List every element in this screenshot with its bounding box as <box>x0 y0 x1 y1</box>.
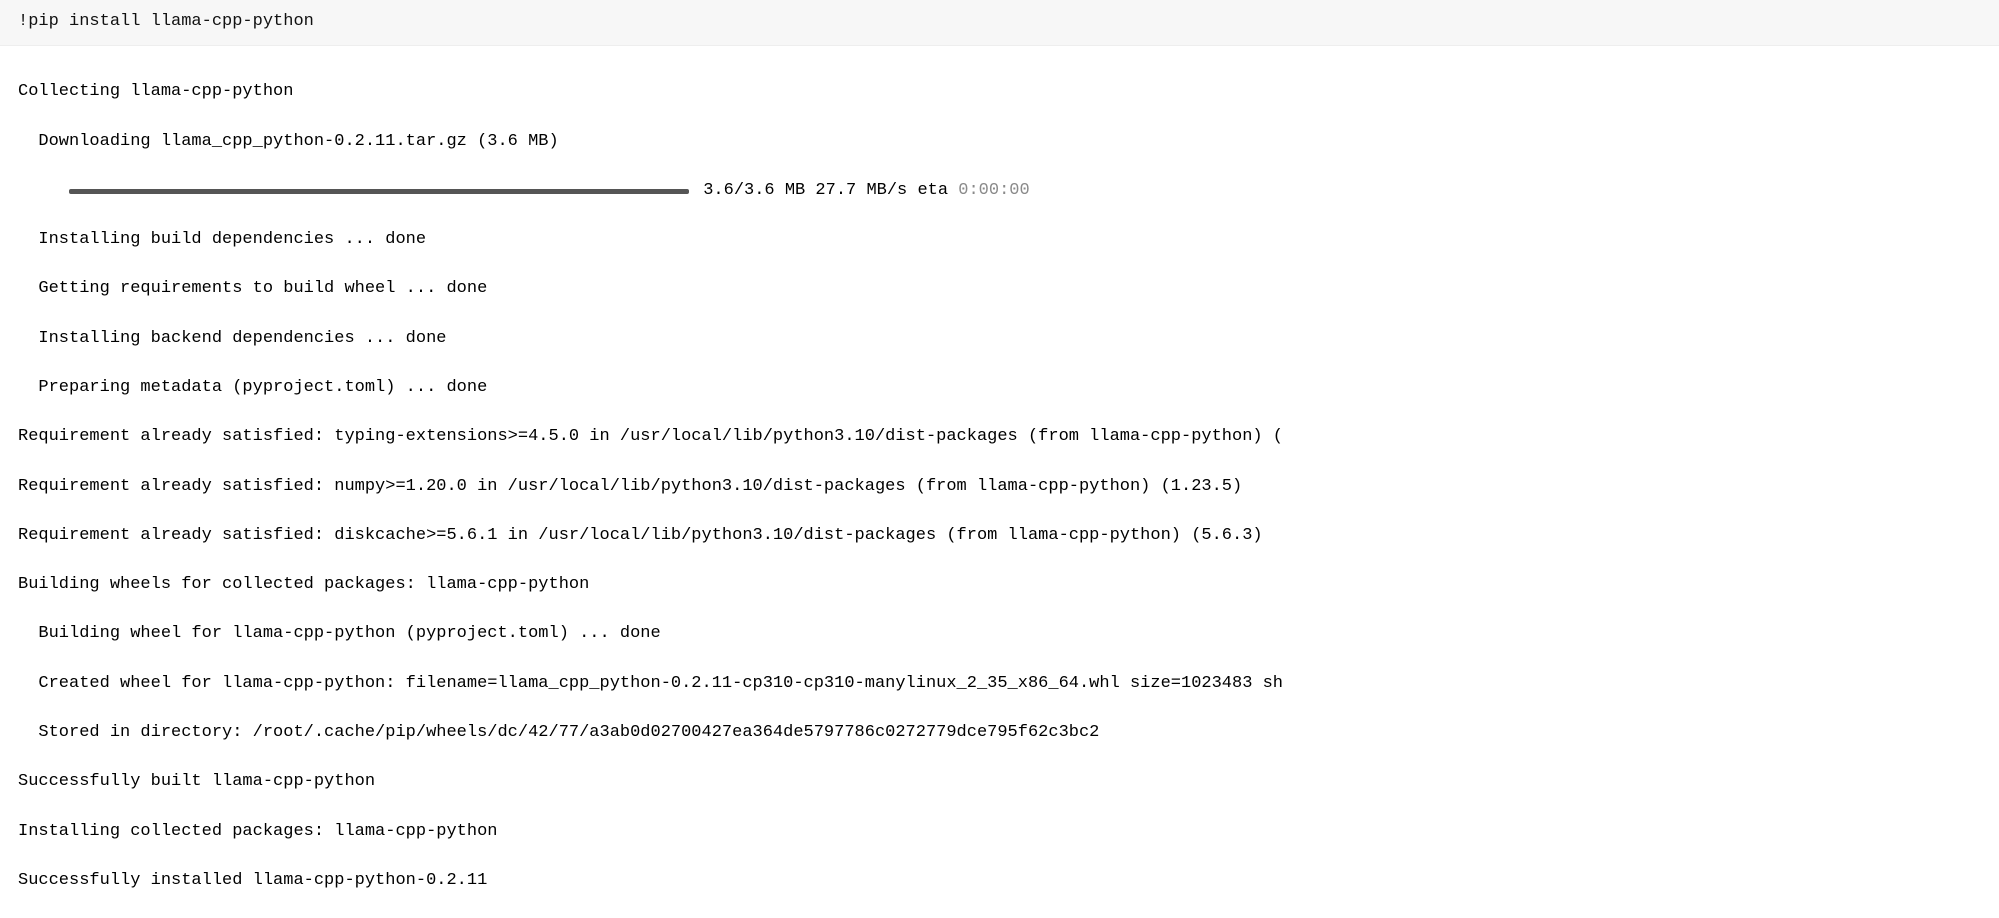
output-line: Installing backend dependencies ... done <box>18 327 1981 352</box>
output-cell: Collecting llama-cpp-python Downloading … <box>0 46 1999 918</box>
output-line: Requirement already satisfied: diskcache… <box>18 524 1981 549</box>
output-line: Building wheel for llama-cpp-python (pyp… <box>18 622 1981 647</box>
output-line: Collecting llama-cpp-python <box>18 80 1981 105</box>
progress-eta: 0:00:00 <box>958 179 1029 204</box>
output-line: Successfully built llama-cpp-python <box>18 770 1981 795</box>
code-cell[interactable]: !pip install llama-cpp-python <box>0 0 1999 46</box>
output-line: Downloading llama_cpp_python-0.2.11.tar.… <box>18 130 1981 155</box>
progress-row: 3.6/3.6 MB 27.7 MB/s eta 0:00:00 <box>18 179 1981 204</box>
output-line: Building wheels for collected packages: … <box>18 573 1981 598</box>
output-line: Preparing metadata (pyproject.toml) ... … <box>18 376 1981 401</box>
output-line: Requirement already satisfied: typing-ex… <box>18 425 1981 450</box>
progress-stats: 3.6/3.6 MB 27.7 MB/s eta <box>693 179 958 204</box>
output-line: Getting requirements to build wheel ... … <box>18 277 1981 302</box>
output-line: Installing build dependencies ... done <box>18 228 1981 253</box>
output-line: Installing collected packages: llama-cpp… <box>18 820 1981 845</box>
output-line: Successfully installed llama-cpp-python-… <box>18 869 1981 894</box>
progress-bar <box>69 189 689 194</box>
code-command: !pip install llama-cpp-python <box>18 12 314 31</box>
progress-indent <box>18 179 69 204</box>
output-line: Requirement already satisfied: numpy>=1.… <box>18 475 1981 500</box>
output-line: Stored in directory: /root/.cache/pip/wh… <box>18 721 1981 746</box>
output-line: Created wheel for llama-cpp-python: file… <box>18 672 1981 697</box>
